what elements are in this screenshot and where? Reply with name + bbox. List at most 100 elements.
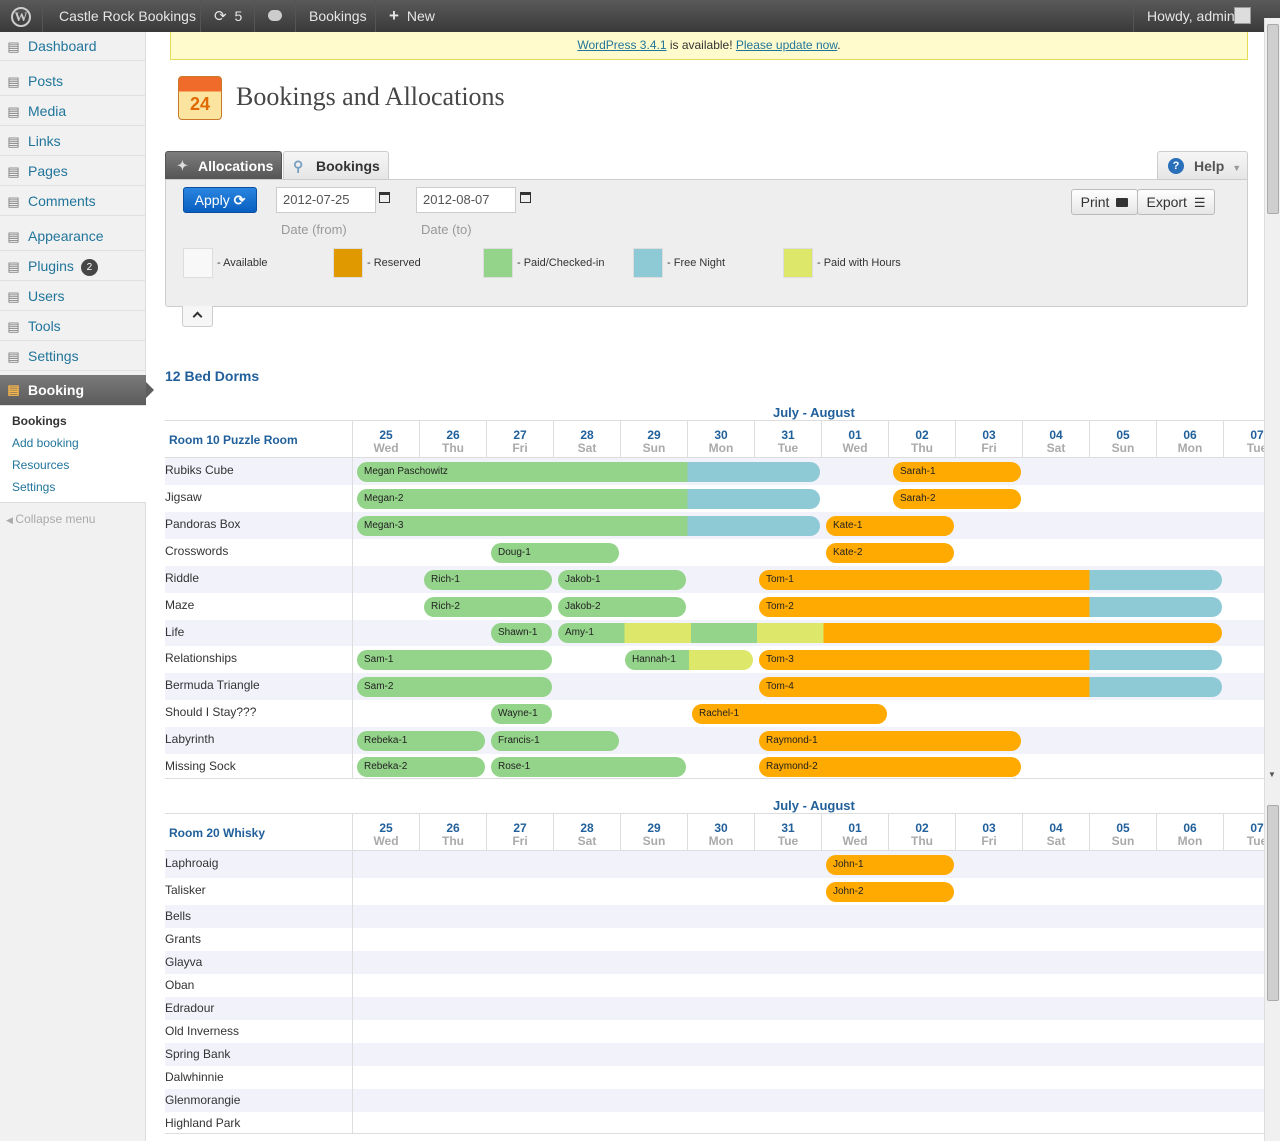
dashboard-icon: ▤: [7, 39, 20, 54]
comments-link[interactable]: [255, 0, 296, 32]
booking-bar[interactable]: Shawn-1: [491, 623, 552, 643]
tab-bookings[interactable]: ⚲ Bookings: [283, 151, 389, 179]
booking-bar[interactable]: Sam-1: [357, 650, 552, 670]
export-button[interactable]: Export ☰: [1137, 189, 1215, 215]
booking-bar[interactable]: Rebeka-2: [357, 757, 485, 777]
collapse-menu-button[interactable]: ◀ Collapse menu: [6, 512, 95, 526]
sidebar-item-appearance[interactable]: ▤ Appearance: [0, 222, 146, 251]
booking-bar[interactable]: Raymond-1: [759, 731, 1021, 751]
table-row: Bells: [165, 905, 1264, 928]
update-count-badge: 2: [80, 259, 98, 276]
bed-name: Life: [165, 625, 185, 639]
sidebar-item-tools[interactable]: ▤ Tools: [0, 312, 146, 341]
bookings-link[interactable]: Bookings: [296, 0, 376, 32]
my-account-link[interactable]: Howdy, admin: [1133, 0, 1280, 32]
booking-bar[interactable]: Sarah-1: [893, 462, 1021, 482]
wordpress-logo-icon[interactable]: W: [0, 0, 43, 32]
updates-link[interactable]: ⟳ 5: [201, 0, 255, 32]
booking-label: Megan Paschowitz: [364, 466, 448, 477]
bed-name: Riddle: [165, 571, 200, 585]
weekday: Thu: [911, 441, 933, 455]
sidebar-item-links[interactable]: ▤ Links: [0, 127, 146, 156]
booking-bar[interactable]: Megan-2: [357, 489, 820, 509]
table-row: Grants: [165, 928, 1264, 951]
calendar-icon[interactable]: [520, 192, 531, 203]
booking-bar[interactable]: Kate-2: [826, 543, 954, 563]
day-number: 02: [915, 428, 929, 442]
chevron-up-icon: [192, 311, 203, 322]
sidebar-item-comments[interactable]: ▤ Comments: [0, 187, 146, 216]
sidebar-item-label: Dashboard: [28, 38, 97, 54]
scrollbar[interactable]: ▼: [1264, 18, 1280, 1141]
booking-bar[interactable]: John-1: [826, 855, 954, 875]
submenu-item-bookings[interactable]: Bookings: [12, 414, 67, 428]
sidebar-item-booking[interactable]: ▤ Booking: [0, 375, 154, 406]
grid-header: Room 20 Whisky 25 Wed 26 Thu 27 Fri 28 Sat 29 Sun 3…: [165, 814, 1264, 851]
date-to-input[interactable]: 2012-08-07: [416, 187, 516, 213]
booking-bar[interactable]: Megan Paschowitz: [357, 462, 820, 482]
booking-bar[interactable]: Sam-2: [357, 677, 552, 697]
sidebar-item-settings[interactable]: ▤ Settings: [0, 342, 146, 371]
day-header: 03 Fri: [955, 421, 1022, 458]
submenu-item-add-booking[interactable]: Add booking: [12, 436, 79, 450]
update-now-link[interactable]: Please update now: [736, 38, 837, 52]
apply-button[interactable]: Apply ⟳: [183, 187, 257, 213]
booking-bar[interactable]: Jakob-1: [558, 570, 686, 590]
booking-bar[interactable]: Jakob-2: [558, 597, 686, 617]
booking-bar[interactable]: Rose-1: [491, 757, 686, 777]
sidebar-item-posts[interactable]: ▤ Posts: [0, 67, 146, 96]
calendar-icon[interactable]: [379, 192, 390, 203]
booking-bar[interactable]: Rich-2: [424, 597, 552, 617]
table-row: Edradour: [165, 997, 1264, 1020]
bed-name: Talisker: [165, 883, 206, 897]
submenu-item-resources[interactable]: Resources: [12, 458, 69, 472]
legend-swatch: [333, 248, 363, 278]
day-number: 26: [446, 821, 460, 835]
help-button[interactable]: ? Help ▼: [1157, 151, 1248, 179]
tab-allocations[interactable]: ✦ Allocations: [165, 151, 282, 179]
weekday: Sun: [1111, 441, 1135, 455]
date-to-label: Date (to): [421, 222, 472, 237]
booking-bar[interactable]: Hannah-1: [625, 650, 753, 670]
sidebar-item-label: Appearance: [28, 228, 104, 244]
booking-bar[interactable]: Kate-1: [826, 516, 954, 536]
scroll-down-icon[interactable]: ▼: [1268, 770, 1276, 779]
submenu-item-settings[interactable]: Settings: [12, 480, 55, 494]
scrollbar-thumb-lower[interactable]: [1267, 805, 1279, 1001]
scrollbar-thumb[interactable]: [1267, 24, 1279, 214]
sidebar-item-plugins[interactable]: ▤ Plugins 2: [0, 252, 146, 281]
site-name-link[interactable]: Castle Rock Bookings: [43, 0, 201, 32]
day-header: 07Tue: [1223, 814, 1264, 851]
room-name[interactable]: Room 10 Puzzle Room: [169, 433, 298, 447]
booking-bar[interactable]: Tom-3: [759, 650, 1222, 670]
new-content-link[interactable]: + New: [376, 0, 448, 32]
booking-bar[interactable]: Amy-1: [558, 623, 1222, 643]
refresh-icon: ⟳: [214, 8, 227, 25]
room-name[interactable]: Room 20 Whisky: [169, 826, 265, 840]
appearance-icon: ▤: [7, 229, 20, 244]
sidebar-item-dashboard[interactable]: ▤ Dashboard: [0, 32, 146, 61]
booking-bar[interactable]: Francis-1: [491, 731, 619, 751]
avatar: [1234, 7, 1251, 24]
booking-bar[interactable]: Sarah-2: [893, 489, 1021, 509]
sidebar-item-media[interactable]: ▤ Media: [0, 97, 146, 126]
booking-bar[interactable]: Rebeka-1: [357, 731, 485, 751]
booking-bar[interactable]: Wayne-1: [491, 704, 552, 724]
date-from-input[interactable]: 2012-07-25: [276, 187, 376, 213]
print-button[interactable]: Print: [1071, 189, 1138, 215]
sidebar-item-pages[interactable]: ▤ Pages: [0, 157, 146, 186]
booking-bar[interactable]: Raymond-2: [759, 757, 1021, 777]
booking-bar[interactable]: Rachel-1: [692, 704, 887, 724]
collapse-panel-button[interactable]: [182, 306, 213, 327]
wordpress-version-link[interactable]: WordPress 3.4.1: [577, 38, 666, 52]
bed-name: Glenmorangie: [165, 1093, 241, 1107]
booking-bar[interactable]: John-2: [826, 882, 954, 902]
booking-bar[interactable]: Tom-1: [759, 570, 1222, 590]
booking-label: Rebeka-2: [364, 761, 408, 772]
booking-bar[interactable]: Tom-4: [759, 677, 1222, 697]
booking-bar[interactable]: Megan-3: [357, 516, 820, 536]
booking-bar[interactable]: Doug-1: [491, 543, 619, 563]
booking-bar[interactable]: Tom-2: [759, 597, 1222, 617]
sidebar-item-users[interactable]: ▤ Users: [0, 282, 146, 311]
booking-bar[interactable]: Rich-1: [424, 570, 552, 590]
